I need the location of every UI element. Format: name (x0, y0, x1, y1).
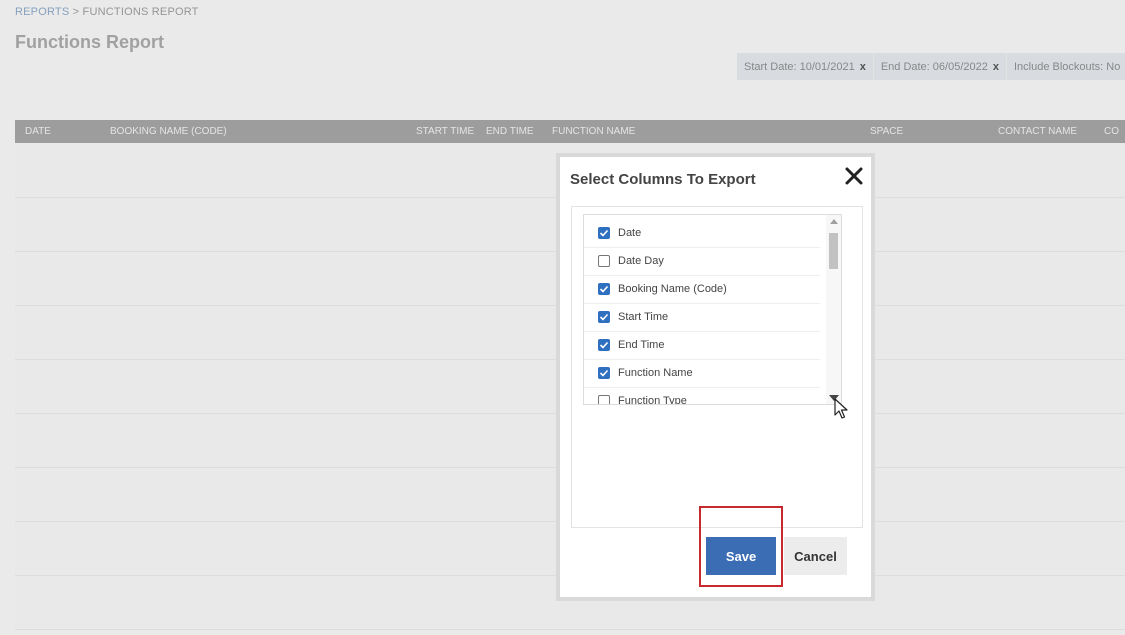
column-label: Date Day (618, 255, 664, 267)
list-scrollbar[interactable] (826, 215, 841, 404)
modal-title: Select Columns To Export (570, 171, 756, 188)
list-item[interactable]: Date Day (584, 247, 820, 276)
column-selection-panel: Date Date Day Booking Name (Code) Start … (571, 206, 863, 528)
checkbox-checked[interactable] (598, 283, 610, 295)
checkmark-icon (599, 341, 609, 349)
list-item[interactable]: Function Type (584, 387, 820, 405)
list-item[interactable]: Start Time (584, 303, 820, 332)
column-label: Date (618, 227, 642, 239)
column-label: Function Type (618, 395, 687, 405)
checkmark-icon (599, 229, 609, 237)
checkbox-checked[interactable] (598, 339, 610, 351)
checkbox-unchecked[interactable] (598, 395, 610, 404)
mouse-cursor-icon (834, 398, 848, 419)
list-item[interactable]: Function Name (584, 359, 820, 388)
save-button-highlight (699, 506, 783, 587)
scrollbar-thumb[interactable] (829, 233, 838, 269)
scroll-up-arrow-icon[interactable] (830, 219, 838, 224)
cancel-button[interactable]: Cancel (784, 537, 847, 575)
checkmark-icon (599, 313, 609, 321)
column-label: Booking Name (Code) (618, 283, 727, 295)
checkbox-checked[interactable] (598, 227, 610, 239)
column-label: Function Name (618, 367, 693, 379)
checkbox-checked[interactable] (598, 367, 610, 379)
column-label: Start Time (618, 311, 669, 323)
checkmark-icon (599, 369, 609, 377)
checkbox-checked[interactable] (598, 311, 610, 323)
checkmark-icon (599, 285, 609, 293)
column-list[interactable]: Date Date Day Booking Name (Code) Start … (583, 214, 842, 405)
column-label: End Time (618, 339, 665, 351)
list-item[interactable]: End Time (584, 331, 820, 360)
list-item[interactable]: Booking Name (Code) (584, 275, 820, 304)
checkbox-unchecked[interactable] (598, 255, 610, 267)
close-icon[interactable] (843, 165, 865, 187)
list-item[interactable]: Date (584, 219, 820, 248)
